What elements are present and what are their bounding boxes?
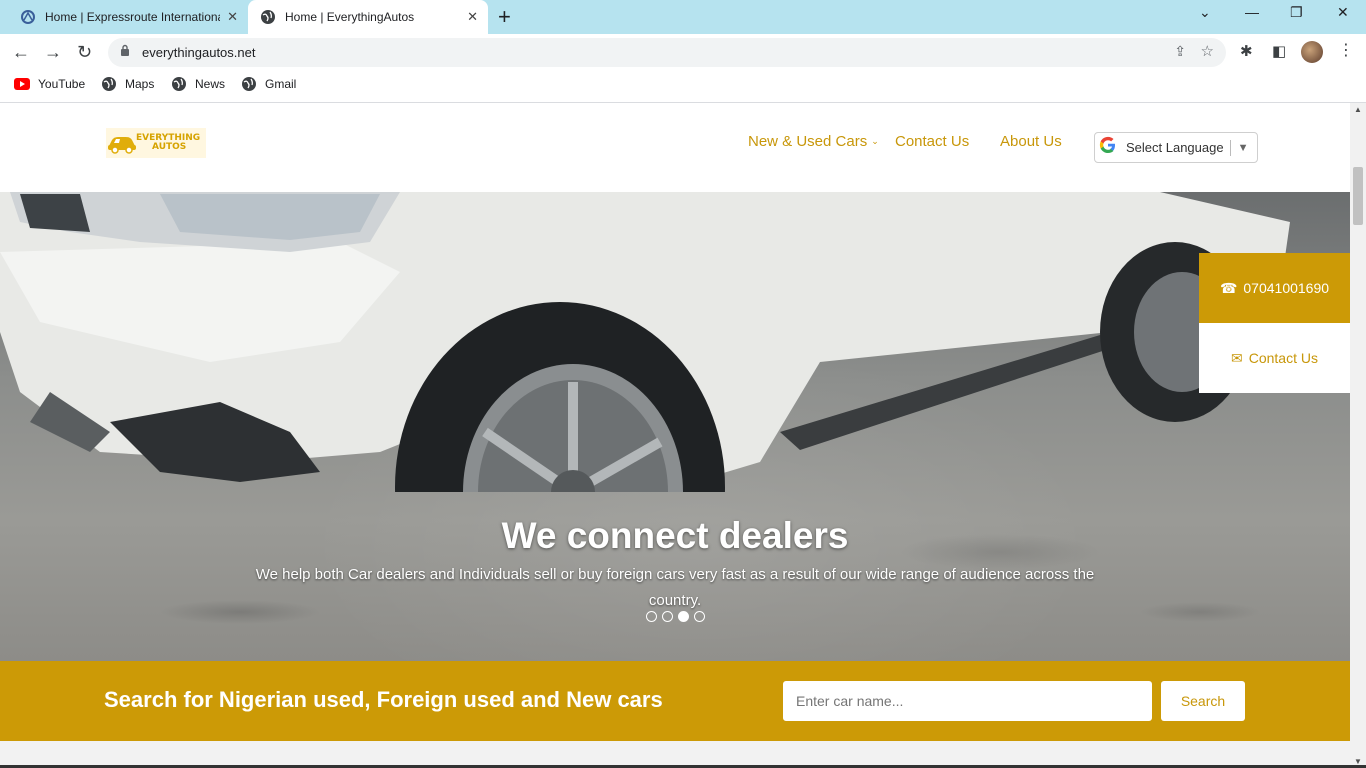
logo-text: EVERYTHING AUTOS <box>136 133 201 152</box>
globe-icon <box>171 76 187 92</box>
reload-icon[interactable]: ↻ <box>77 41 92 63</box>
tab-strip: Home | Expressroute International ✕ Home… <box>0 0 1366 34</box>
youtube-icon <box>14 76 30 92</box>
dropdown-arrow-icon: ▼ <box>1237 141 1249 154</box>
tab-title: Home | EverythingAutos <box>285 10 415 24</box>
bookmark-label: News <box>195 77 226 91</box>
profile-avatar[interactable] <box>1301 41 1323 63</box>
hero-slider: We connect dealers We help both Car deal… <box>0 192 1350 661</box>
bookmarks-bar: YouTube Maps News Gmail <box>0 70 1366 103</box>
bookmark-maps[interactable]: Maps <box>101 76 154 92</box>
slider-dot-4[interactable] <box>694 611 705 622</box>
scrollbar-thumb[interactable] <box>1353 167 1363 225</box>
hero-car-image <box>0 192 1290 492</box>
logo-car-icon <box>108 137 136 154</box>
envelope-icon: ✉ <box>1231 349 1243 366</box>
restore-icon[interactable]: ❐ <box>1290 4 1303 21</box>
slider-dot-2[interactable] <box>662 611 673 622</box>
chevron-down-icon: ⌄ <box>871 136 879 146</box>
divider <box>1229 139 1231 156</box>
url-text: everythingautos.net <box>142 45 256 60</box>
slider-dot-3[interactable] <box>678 611 689 622</box>
address-bar[interactable]: everythingautos.net ⇪ ☆ <box>108 38 1226 67</box>
slider-dots <box>646 611 705 622</box>
car-search-input[interactable] <box>783 681 1152 721</box>
bookmark-gmail[interactable]: Gmail <box>241 76 296 92</box>
tab-everythingautos[interactable]: Home | EverythingAutos ✕ <box>248 0 488 34</box>
new-tab-icon[interactable]: + <box>498 4 511 30</box>
bookmark-label: Gmail <box>265 77 297 91</box>
share-icon[interactable]: ⇪ <box>1174 43 1186 60</box>
site-logo[interactable]: EVERYTHING AUTOS <box>106 128 206 158</box>
back-icon[interactable]: ← <box>12 41 30 63</box>
language-select[interactable]: Select Language ▼ <box>1094 132 1258 163</box>
phone-icon: ☎ <box>1219 279 1238 296</box>
globe-icon <box>101 76 117 92</box>
language-label: Select Language <box>1126 140 1224 155</box>
close-tab-icon[interactable]: ✕ <box>467 9 478 25</box>
extensions-puzzle-icon[interactable]: ✱ <box>1240 42 1253 60</box>
contact-label: Contact Us <box>1248 350 1318 366</box>
search-button[interactable]: Search <box>1161 681 1245 721</box>
close-window-icon[interactable]: ✕ <box>1337 4 1349 21</box>
search-heading: Search for Nigerian used, Foreign used a… <box>104 687 663 712</box>
lock-icon[interactable] <box>120 44 130 62</box>
browser-toolbar: ← → ↻ everythingautos.net ⇪ ☆ <box>0 34 1366 70</box>
nav-contact-us[interactable]: Contact Us <box>895 133 969 150</box>
hero-description: We help both Car dealers and Individuals… <box>255 566 1095 609</box>
phone-number: 07041001690 <box>1243 280 1330 296</box>
nav-about-us[interactable]: About Us <box>1000 133 1062 150</box>
bookmark-youtube[interactable]: YouTube <box>14 76 85 92</box>
page-viewport: EVERYTHING AUTOS New & Used Cars ⌄ Contac… <box>0 103 1350 768</box>
close-tab-icon[interactable]: ✕ <box>227 9 238 25</box>
bookmark-label: YouTube <box>38 77 86 91</box>
site-header: EVERYTHING AUTOS New & Used Cars ⌄ Contac… <box>0 103 1350 192</box>
minimize-icon[interactable]: — <box>1245 4 1259 20</box>
nav-new-used-cars[interactable]: New & Used Cars ⌄ <box>748 133 879 150</box>
browser-menu-icon[interactable]: ⋮ <box>1338 40 1354 60</box>
bookmark-news[interactable]: News <box>171 76 225 92</box>
tab-expressroute[interactable]: Home | Expressroute International ✕ <box>8 0 248 34</box>
bookmark-star-icon[interactable]: ☆ <box>1201 42 1214 60</box>
search-band: Search for Nigerian used, Foreign used a… <box>0 661 1350 741</box>
bookmark-label: Maps <box>125 77 155 91</box>
page-scrollbar[interactable]: ▲ ▼ <box>1350 103 1366 768</box>
site-favicon-icon <box>20 9 36 25</box>
slider-dot-1[interactable] <box>646 611 657 622</box>
forward-icon[interactable]: → <box>44 41 62 63</box>
scroll-up-icon[interactable]: ▲ <box>1354 105 1362 114</box>
google-g-icon <box>1099 136 1117 159</box>
hero-title: We connect dealers <box>501 515 849 556</box>
tab-title: Home | Expressroute International <box>45 10 220 24</box>
tab-search-chevron-icon[interactable]: ⌄ <box>1199 4 1211 21</box>
side-panel-icon[interactable]: ◧ <box>1272 42 1286 60</box>
globe-icon <box>260 9 276 25</box>
floating-phone-button[interactable]: ☎ 07041001690 <box>1199 253 1350 323</box>
globe-icon <box>241 76 257 92</box>
next-section <box>0 741 1350 768</box>
floating-contact-button[interactable]: ✉ Contact Us <box>1199 323 1350 393</box>
